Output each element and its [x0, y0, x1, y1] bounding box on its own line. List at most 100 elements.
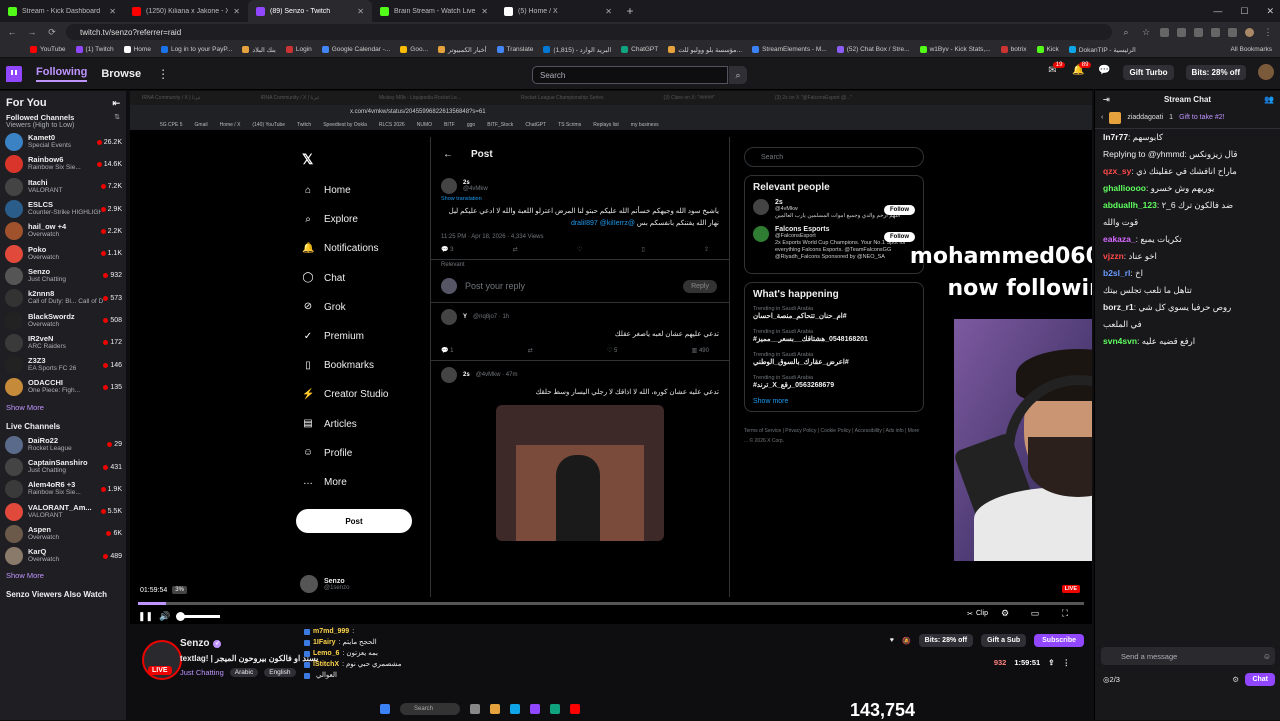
chat-message[interactable]: قوت والله — [1095, 214, 1280, 231]
volume-slider[interactable] — [176, 611, 220, 621]
bookmark[interactable]: أخبار الكمبيوتر — [438, 46, 487, 54]
chat-send-button[interactable]: Chat — [1245, 673, 1275, 686]
minimize-icon[interactable]: — — [1213, 6, 1222, 16]
sort-icon[interactable]: ⇅ — [114, 113, 120, 129]
theatre-mode-icon[interactable]: ▭ — [1028, 608, 1042, 619]
sidebar-channel[interactable]: ODACCHI One Piece: Figh... 135 — [0, 376, 126, 398]
reload-icon[interactable]: ⟳ — [46, 27, 58, 38]
bookmark[interactable]: (1,815) - البريد الوارد — [543, 46, 611, 54]
bits-button[interactable]: Bits: 28% off — [918, 634, 974, 647]
show-more-live[interactable]: Show More — [0, 567, 126, 584]
twitch-logo-icon[interactable] — [6, 65, 22, 82]
search-input[interactable]: Search — [532, 66, 728, 84]
sidebar-channel[interactable]: Senzo Just Chatting 932 — [0, 265, 126, 287]
bookmark[interactable]: مؤسسة بلو ووليو للت... — [668, 46, 742, 54]
extension-icon[interactable] — [1177, 27, 1186, 37]
close-window-icon[interactable]: ✕ — [1266, 6, 1274, 17]
bookmark[interactable]: YouTube — [30, 46, 66, 53]
bookmark[interactable]: بنك البلاد — [242, 46, 276, 54]
bookmark[interactable]: Home — [123, 46, 151, 53]
volume-icon[interactable]: 🔊 — [158, 611, 172, 622]
close-tab-icon[interactable]: ✕ — [233, 7, 240, 16]
chat-message[interactable]: vjzzn: اخو عناد — [1095, 248, 1280, 265]
tag[interactable]: English — [264, 668, 296, 677]
nav-following[interactable]: Following — [36, 66, 88, 82]
video-player[interactable]: IRNA Community / X | ئیرنا IRNA Communit… — [130, 91, 1092, 624]
seek-bar[interactable] — [138, 602, 1084, 605]
bookmark[interactable]: Goo... — [400, 46, 428, 53]
sidebar-channel[interactable]: Kamet0 Special Events 26.2K — [0, 131, 126, 153]
bookmark[interactable]: Login — [285, 46, 312, 53]
subscribe-button[interactable]: Subscribe — [1034, 634, 1084, 647]
chat-username[interactable]: svn4svn — [1103, 336, 1137, 346]
notifications-icon[interactable]: 🔔 89 — [1071, 62, 1092, 79]
clip-button[interactable]: ✂ Clip — [967, 610, 988, 618]
close-tab-icon[interactable]: ✕ — [481, 7, 488, 16]
close-tab-icon[interactable]: ✕ — [109, 7, 116, 16]
extension-icon[interactable] — [1211, 27, 1220, 37]
chat-username[interactable]: b2sl_rl — [1103, 268, 1130, 278]
bookmark[interactable]: (1) Twitch — [75, 46, 114, 53]
collapse-chat-icon[interactable]: ⇥ — [1103, 95, 1110, 104]
sidebar-channel[interactable]: Rainbow6 Rainbow Six Sie... 14.6K — [0, 153, 126, 175]
back-icon[interactable]: ← — [6, 27, 18, 37]
bits-button[interactable]: Bits: 28% off — [1185, 64, 1246, 80]
chat-username[interactable]: eakaza_ — [1103, 234, 1136, 244]
notifications-off-icon[interactable]: 🔕 — [902, 637, 911, 645]
bookmark[interactable]: Kick — [1036, 46, 1059, 53]
all-bookmarks[interactable]: All Bookmarks — [1224, 46, 1272, 53]
bookmark[interactable]: DokanTIP - الرئيسية — [1068, 46, 1136, 54]
chat-username[interactable]: qzx_sy — [1103, 166, 1131, 176]
user-avatar[interactable] — [1258, 64, 1274, 80]
sidebar-channel[interactable]: IR2veN ARC Raiders 172 — [0, 332, 126, 354]
profile-avatar[interactable] — [1245, 27, 1254, 37]
chat-settings-icon[interactable]: ⚙ — [1232, 675, 1239, 684]
whispers-icon[interactable]: 💬 — [1097, 65, 1111, 79]
chat-username[interactable]: vjzzn — [1103, 251, 1124, 261]
search-button[interactable]: ⌕ — [729, 66, 747, 84]
sidebar-channel[interactable]: VALORANT_Am... VALORANT 5.5K — [0, 500, 126, 522]
sidebar-channel[interactable]: BlackSwordz Overwatch 508 — [0, 309, 126, 331]
pinned-gift-banner[interactable]: ‹ ziaddagoati 1 Gift to take #2! — [1095, 107, 1280, 129]
sidebar-channel[interactable]: hail_ow +4 Overwatch 2.2K — [0, 220, 126, 242]
chat-username[interactable]: In7r77 — [1103, 132, 1128, 142]
bookmark[interactable]: (52) Chat Box / Stre... — [836, 46, 910, 53]
chat-message[interactable]: eakaza_: تكريات يمبع — [1095, 231, 1280, 248]
sidebar-channel[interactable]: ESLCSCounter-Strike HIGHLIGHTS: F...2.9K — [0, 198, 126, 220]
bookmark[interactable]: StreamElements - M... — [752, 46, 827, 53]
bookmark[interactable]: botrix — [1000, 46, 1027, 53]
bookmark[interactable]: ChatGPT — [621, 46, 658, 53]
star-icon[interactable]: ☆ — [1140, 27, 1152, 38]
nav-browse[interactable]: Browse — [101, 68, 141, 80]
sidebar-channel[interactable]: CaptainSanshiro Just Chatting 431 — [0, 456, 126, 478]
chat-message[interactable]: svn4svn: ارفع قضيه عليه — [1095, 333, 1280, 350]
bookmark[interactable]: w1Byv - Kick Stats,... — [919, 46, 991, 53]
browser-tab[interactable]: Stream - Kick Dashboard ✕ — [0, 0, 124, 22]
browser-tab-active[interactable]: (89) Senzo - Twitch ✕ — [248, 0, 372, 22]
sidebar-channel[interactable]: k2nnn8Call of Duty: Bl... Call of Duty .… — [0, 287, 126, 309]
browser-tab[interactable]: (5) Home / X ✕ — [496, 0, 620, 22]
users-icon[interactable]: 👥 — [1264, 95, 1274, 104]
stream-category[interactable]: Just Chatting — [180, 668, 224, 677]
chat-username[interactable]: ghallioooo — [1103, 183, 1146, 193]
chat-message[interactable]: borz_r1: روص حرفيا يسوي كل شي — [1095, 299, 1280, 316]
show-more-followed[interactable]: Show More — [0, 399, 126, 416]
collapse-icon[interactable]: ⇤ — [112, 98, 120, 109]
chat-message[interactable]: Replying to @yhmmd: قال زيزونكس — [1095, 146, 1280, 163]
chat-message[interactable]: في الملعب — [1095, 316, 1280, 333]
bookmark[interactable]: Log in to your PayP... — [160, 46, 232, 53]
chat-username[interactable]: borz_r1 — [1103, 302, 1134, 312]
share-icon[interactable]: ⇪ — [1048, 658, 1054, 667]
more-icon[interactable]: ⋮ — [1063, 658, 1071, 667]
maximize-icon[interactable]: ☐ — [1240, 6, 1248, 17]
chat-message[interactable]: ghallioooo: يوريهم وش خسرو — [1095, 180, 1280, 197]
heart-icon[interactable]: ♥ — [890, 637, 894, 644]
settings-icon[interactable]: ⚙ — [998, 608, 1012, 619]
extension-icon[interactable] — [1228, 27, 1237, 37]
chat-message[interactable]: In7r77: كابوسهم — [1095, 129, 1280, 146]
sidebar-channel[interactable]: KarQ Overwatch 489 — [0, 545, 126, 567]
chat-message[interactable]: abduallh_123: ٢_6 ضد فالكون ترك — [1095, 197, 1280, 214]
address-bar[interactable]: twitch.tv/senzo?referrer=raid — [66, 24, 1112, 40]
chat-username[interactable]: abduallh_123 — [1103, 200, 1157, 210]
extension-icon[interactable] — [1194, 27, 1203, 37]
